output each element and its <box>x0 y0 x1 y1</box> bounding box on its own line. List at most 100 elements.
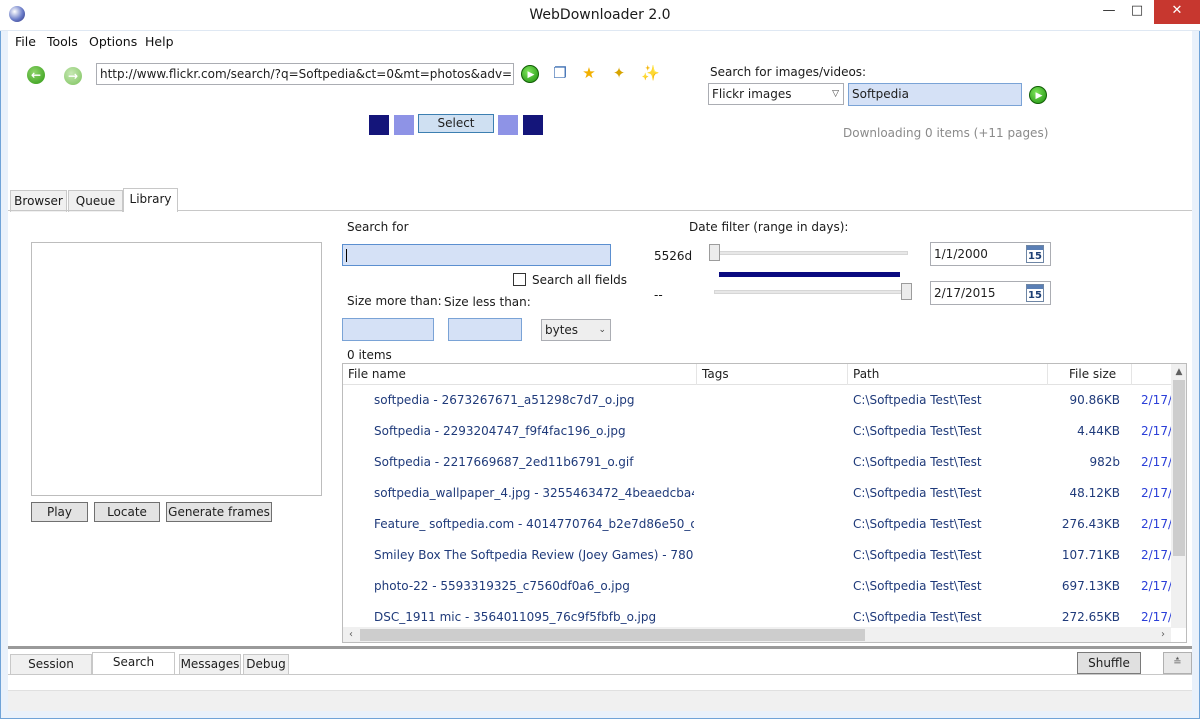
cell-file-name: Softpedia - 2217669687_2ed11b6791_o.gif <box>374 455 634 469</box>
cell-file-size: 4.44KB <box>1077 424 1120 438</box>
date-to-field[interactable]: 2/17/2015 15 <box>930 281 1051 305</box>
column-header-date[interactable] <box>1132 364 1171 385</box>
arrow-right-icon: → <box>67 69 79 83</box>
column-header-tags[interactable]: Tags <box>697 364 848 385</box>
shuffle-button[interactable]: Shuffle <box>1077 652 1141 674</box>
maximize-button[interactable]: □ <box>1123 0 1151 24</box>
horizontal-scroll-thumb[interactable] <box>360 629 865 641</box>
column-header-path[interactable]: Path <box>848 364 1048 385</box>
thumbnail-strip-image <box>369 115 389 135</box>
copy-icon[interactable]: ❐ <box>551 64 569 82</box>
tab-browser[interactable]: Browser <box>10 190 67 212</box>
cell-path: C:\Softpedia Test\Test <box>853 424 982 438</box>
cell-file-name: photo-22 - 5593319325_c7560df0a6_o.jpg <box>374 579 630 593</box>
menu-options[interactable]: Options <box>89 34 137 49</box>
tab-messages[interactable]: Messages <box>179 654 241 675</box>
chevron-down-icon: ▽ <box>832 89 839 99</box>
cell-file-size: 276.43KB <box>1061 517 1120 531</box>
add-favorite-icon[interactable]: ✦ <box>610 64 628 82</box>
cell-date: 2/17/ <box>1141 455 1171 469</box>
library-table[interactable]: File name Tags Path File size softpedia … <box>342 363 1187 643</box>
menu-tools[interactable]: Tools <box>47 34 78 49</box>
size-less-input[interactable] <box>448 318 522 341</box>
cell-date: 2/17/ <box>1141 517 1171 531</box>
tab-debug[interactable]: Debug <box>243 654 289 675</box>
size-more-label: Size more than: <box>347 294 442 308</box>
date-from-slider-thumb[interactable] <box>709 244 720 261</box>
cell-date: 2/17/ <box>1141 579 1171 593</box>
close-button[interactable]: ✕ <box>1154 0 1200 24</box>
search-source-select[interactable]: Flickr images ▽ <box>708 83 844 105</box>
cell-file-size: 697.13KB <box>1061 579 1120 593</box>
search-go-button[interactable]: ▶ <box>1029 86 1047 104</box>
preview-pane <box>31 242 322 496</box>
column-header-file-name[interactable]: File name <box>343 364 697 385</box>
library-search-input[interactable] <box>342 244 611 266</box>
menu-help[interactable]: Help <box>145 34 174 49</box>
favorite-star-icon[interactable]: ★ <box>580 64 598 82</box>
table-row[interactable]: softpedia - 2673267671_a51298c7d7_o.jpg C… <box>343 385 1171 416</box>
cell-file-name: softpedia - 2673267671_a51298c7d7_o.jpg <box>374 393 635 407</box>
text-cursor <box>346 249 347 262</box>
tab-search-results[interactable]: Search results <box>92 652 175 688</box>
date-from-field[interactable]: 1/1/2000 15 <box>930 242 1051 266</box>
calendar-icon[interactable]: 15 <box>1026 245 1044 263</box>
date-to-slider-track[interactable] <box>714 290 910 294</box>
table-row[interactable]: softpedia_wallpaper_4.jpg - 3255463472_4… <box>343 478 1171 509</box>
size-more-input[interactable] <box>342 318 434 341</box>
title-bar: WebDownloader 2.0 — □ ✕ <box>0 0 1200 31</box>
size-less-label: Size less than: <box>444 295 531 309</box>
search-all-fields-checkbox[interactable] <box>513 273 526 286</box>
table-row[interactable]: Feature_ softpedia.com - 4014770764_b2e7… <box>343 509 1171 540</box>
cell-date: 2/17/ <box>1141 486 1171 500</box>
play-icon: ▶ <box>1035 91 1043 101</box>
generate-frames-button[interactable]: Generate frames <box>166 502 272 522</box>
magic-wand-icon[interactable]: ✨ <box>641 64 660 82</box>
tab-library[interactable]: Library <box>123 188 178 212</box>
table-row[interactable]: Softpedia - 2293204747_f9f4fac196_o.jpg C… <box>343 416 1171 447</box>
size-unit-value: bytes <box>545 323 579 337</box>
url-field[interactable]: http://www.flickr.com/search/?q=Softpedi… <box>96 63 514 85</box>
locate-button[interactable]: Locate <box>94 502 160 522</box>
vertical-scroll-thumb[interactable] <box>1173 380 1185 556</box>
thumbnail-strip-image <box>394 115 414 135</box>
scroll-left-icon[interactable]: ‹ <box>343 627 359 642</box>
menu-file[interactable]: File <box>15 34 36 49</box>
cell-file-size: 107.71KB <box>1061 548 1120 562</box>
download-status: Downloading 0 items (+11 pages) <box>843 126 1049 140</box>
play-icon: ▶ <box>527 70 535 80</box>
cell-path: C:\Softpedia Test\Test <box>853 517 982 531</box>
cell-date: 2/17/ <box>1141 548 1171 562</box>
cell-file-name: Softpedia - 2293204747_f9f4fac196_o.jpg <box>374 424 626 438</box>
forward-button[interactable]: → <box>64 67 82 85</box>
vertical-scrollbar[interactable]: ▲ <box>1171 364 1186 628</box>
back-button[interactable]: ← <box>27 66 45 84</box>
search-query-field[interactable]: Softpedia <box>848 83 1022 106</box>
cell-path: C:\Softpedia Test\Test <box>853 455 982 469</box>
calendar-icon[interactable]: 15 <box>1026 284 1044 302</box>
tab-divider <box>8 210 1192 211</box>
scroll-up-icon[interactable]: ▲ <box>1171 364 1186 380</box>
play-button[interactable]: Play <box>31 502 88 522</box>
select-button[interactable]: Select <box>418 114 494 133</box>
horizontal-scrollbar[interactable]: ‹ › <box>343 627 1171 642</box>
arrow-left-icon: ← <box>30 68 42 82</box>
tab-queue[interactable]: Queue <box>68 190 123 212</box>
table-row[interactable]: Softpedia - 2217669687_2ed11b6791_o.gif C… <box>343 447 1171 478</box>
collapse-icon[interactable]: ≛ <box>1163 652 1192 674</box>
minimize-button[interactable]: — <box>1095 0 1123 24</box>
tab-session-items[interactable]: Session items <box>10 654 92 690</box>
size-unit-select[interactable]: bytes ⌄ <box>541 319 611 341</box>
table-row[interactable]: Smiley Box The Softpedia Review (Joey Ga… <box>343 540 1171 571</box>
cell-file-size: 982b <box>1089 455 1120 469</box>
date-to-slider-thumb[interactable] <box>901 283 912 300</box>
table-row[interactable]: photo-22 - 5593319325_c7560df0a6_o.jpg C:… <box>343 571 1171 602</box>
cell-file-size: 90.86KB <box>1069 393 1120 407</box>
scroll-right-icon[interactable]: › <box>1155 627 1171 642</box>
splitter[interactable] <box>8 646 1192 649</box>
search-for-label: Search for <box>347 220 409 234</box>
go-button[interactable]: ▶ <box>521 65 539 83</box>
bottom-scrollbar[interactable] <box>8 690 1192 711</box>
date-from-slider-track[interactable] <box>712 251 908 255</box>
column-header-file-size[interactable]: File size <box>1048 364 1132 385</box>
